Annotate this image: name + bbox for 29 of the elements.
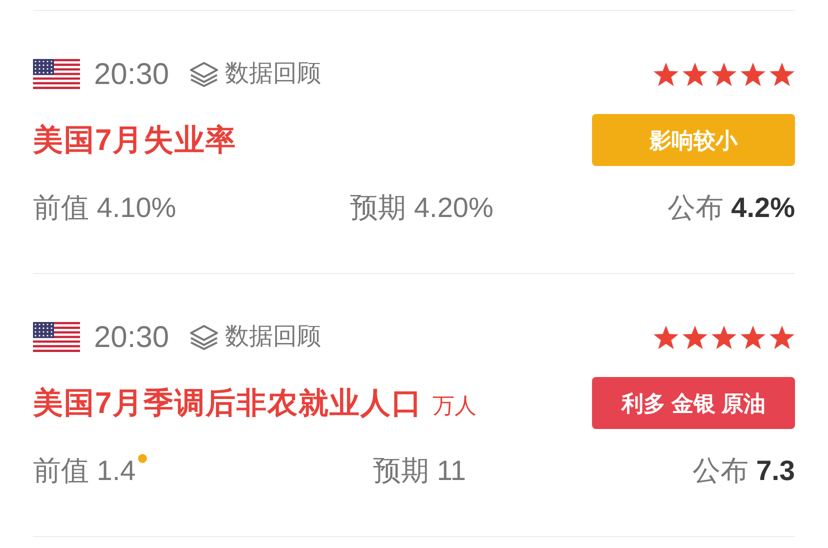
- star-icon: [769, 324, 795, 350]
- actual-value: 公布 7.3: [692, 454, 795, 488]
- event-title: 美国7月季调后非农就业人口: [33, 386, 423, 422]
- event-time: 20:30: [94, 320, 170, 356]
- star-icon: [653, 62, 679, 86]
- event-time: 20:30: [94, 56, 170, 92]
- star-icon: [740, 324, 766, 350]
- unit-label: 万人: [432, 392, 477, 420]
- previous-value: 前值 1.4: [33, 454, 136, 488]
- star-icon: [711, 62, 737, 86]
- flag-icon: [33, 322, 80, 352]
- layers-icon: [189, 61, 220, 87]
- flag-icon: [33, 59, 80, 89]
- impact-badge: 利多 金银 原油: [592, 377, 795, 429]
- data-review-tag: 数据回顾: [225, 319, 322, 355]
- previous-value: 前值 4.10%: [33, 191, 176, 225]
- actual-value: 公布 4.2%: [667, 191, 795, 225]
- impact-badge: 影响较小: [592, 114, 795, 166]
- star-icon: [682, 62, 708, 86]
- star-icon: [682, 324, 708, 350]
- layers-icon: [189, 324, 220, 350]
- forecast-value: 预期 4.20%: [350, 191, 494, 225]
- star-icon: [711, 324, 737, 350]
- event-title: 美国7月失业率: [33, 122, 237, 158]
- forecast-value: 预期 11: [373, 454, 466, 488]
- star-icon: [740, 62, 766, 86]
- star-icon: [769, 62, 795, 86]
- star-icon: [653, 324, 679, 350]
- data-review-tag: 数据回顾: [225, 56, 322, 92]
